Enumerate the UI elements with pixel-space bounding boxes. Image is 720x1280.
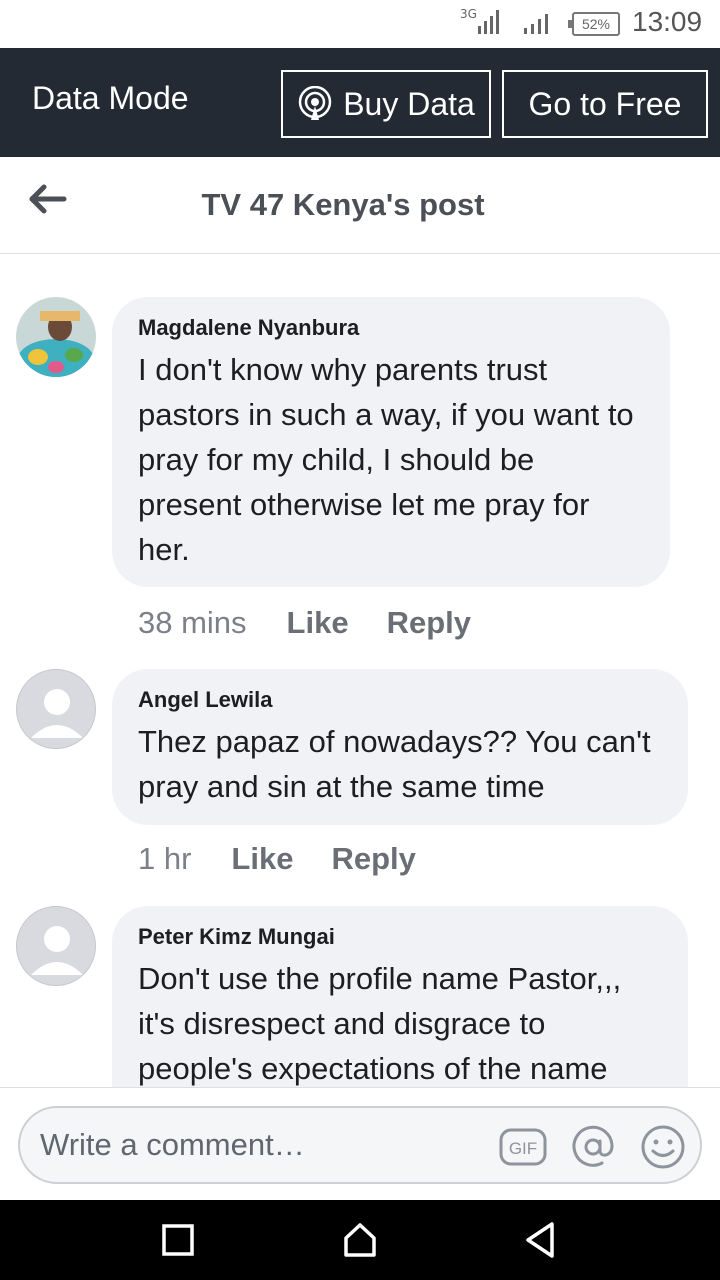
comment-text: Don't use the profile name Pastor,,, it'… bbox=[138, 961, 622, 1086]
go-to-free-button[interactable]: Go to Free bbox=[502, 70, 708, 138]
comment-time[interactable]: 1 hr bbox=[138, 841, 191, 877]
profile-photo bbox=[16, 297, 96, 377]
buy-data-label: Buy Data bbox=[343, 85, 475, 122]
comment-meta: 1 hr Like Reply bbox=[138, 841, 454, 877]
gif-icon[interactable]: GIF bbox=[498, 1122, 548, 1172]
comment-author[interactable]: Magdalene Nyanbura bbox=[138, 315, 644, 341]
status-bar: 3G 52% 13:09 bbox=[0, 0, 720, 48]
buy-data-button[interactable]: Buy Data bbox=[281, 70, 491, 138]
comment-bubble: Magdalene Nyanbura I don't know why pare… bbox=[112, 297, 670, 587]
comment-author[interactable]: Peter Kimz Mungai bbox=[138, 924, 662, 950]
clock: 13:09 bbox=[632, 6, 703, 37]
comment-composer: GIF bbox=[0, 1087, 720, 1200]
battery-indicator: 52% bbox=[568, 12, 620, 36]
like-button[interactable]: Like bbox=[287, 605, 349, 641]
comment-time[interactable]: 38 mins bbox=[138, 605, 247, 641]
comment-bubble: Angel Lewila Thez papaz of nowadays?? Yo… bbox=[112, 669, 688, 825]
avatar[interactable] bbox=[16, 297, 96, 377]
comment-meta: 38 mins Like Reply bbox=[138, 605, 509, 641]
go-to-free-label: Go to Free bbox=[528, 85, 682, 122]
default-avatar-icon bbox=[31, 926, 83, 975]
data-mode-label: Data Mode bbox=[32, 80, 189, 116]
page-title: TV 47 Kenya's post bbox=[201, 187, 485, 222]
gif-label: GIF bbox=[509, 1139, 537, 1158]
reply-button[interactable]: Reply bbox=[331, 841, 415, 877]
comment-input[interactable] bbox=[40, 1122, 480, 1168]
like-button[interactable]: Like bbox=[231, 841, 293, 877]
default-avatar-icon bbox=[31, 689, 83, 738]
system-nav-bar bbox=[0, 1200, 720, 1280]
back-triangle-icon[interactable] bbox=[518, 1218, 562, 1262]
mention-icon[interactable] bbox=[568, 1122, 618, 1172]
signal-3g-icon: 3G bbox=[460, 7, 499, 34]
reply-button[interactable]: Reply bbox=[387, 605, 471, 641]
data-mode-bar: Data Mode Buy Data Go to Free bbox=[0, 48, 720, 157]
comment-text: I don't know why parents trust pastors i… bbox=[138, 352, 634, 567]
recents-icon[interactable] bbox=[156, 1218, 200, 1262]
home-icon[interactable] bbox=[338, 1218, 382, 1262]
broadcast-icon bbox=[298, 86, 332, 120]
post-header: TV 47 Kenya's post bbox=[0, 157, 720, 254]
emoji-icon[interactable] bbox=[638, 1122, 688, 1172]
avatar[interactable] bbox=[16, 906, 96, 986]
avatar[interactable] bbox=[16, 669, 96, 749]
signal-icon bbox=[524, 14, 548, 34]
comment-field: GIF bbox=[18, 1106, 702, 1184]
comment-text: Thez papaz of nowadays?? You can't pray … bbox=[138, 724, 651, 804]
comment-author[interactable]: Angel Lewila bbox=[138, 687, 662, 713]
network-type-label: 3G bbox=[460, 7, 477, 21]
